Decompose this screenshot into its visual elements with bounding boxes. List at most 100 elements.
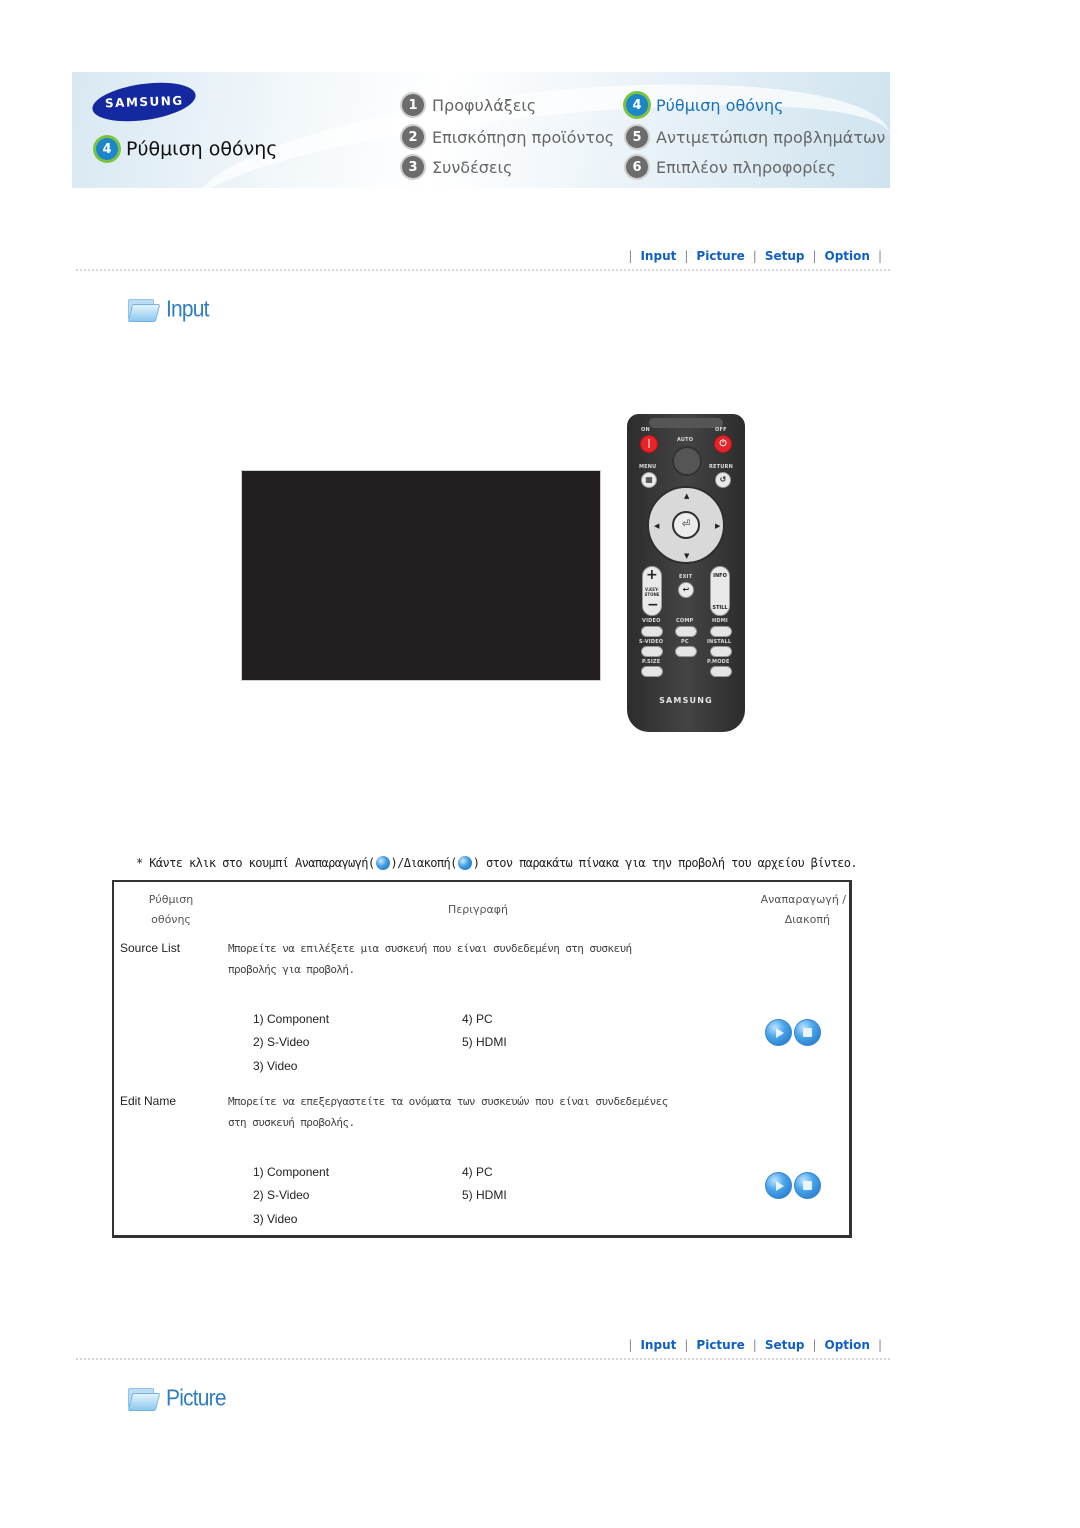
number-badge-icon: 4 [626,94,648,116]
menu-icon: ▦ [641,472,657,488]
play-icon [775,1027,784,1038]
instruction-text: * Κάντε κλικ στο κουμπί Αναπαραγωγή( )/Δ… [136,856,858,870]
option-item: 3) Video [253,1212,298,1226]
divider [76,1358,890,1360]
row-description: Μπορείτε να επεξεργαστείτε τα ονόματα τω… [228,1095,668,1129]
subnav-bottom: | Input | Picture | Setup | Option | [628,1338,882,1352]
stop-orb-icon [457,856,472,870]
subnav-link-option[interactable]: Option [825,249,870,263]
option-item: 1) Component [253,1165,330,1179]
number-badge-icon: 2 [402,126,424,148]
label-return: RETURN [709,464,733,470]
label-hdmi: HDMI [712,618,728,624]
video-key-icon [641,626,663,637]
install-key-icon [710,646,732,657]
row-description: Μπορείτε να επιλέξετε μια συσκευή που εί… [228,942,632,976]
label-on: ON [641,427,650,433]
nav-item-more-info[interactable]: 6 Επιπλέον πληροφορίες [626,156,836,178]
row-label-source-list: Source List [120,941,181,955]
svideo-key-icon [641,646,663,657]
power-off-icon: ⏻ [714,435,732,453]
subnav-link-setup[interactable]: Setup [765,1338,805,1352]
divider [76,269,890,271]
arrow-right-icon: ▶ [715,522,721,530]
subnav-link-setup[interactable]: Setup [765,249,805,263]
play-button[interactable] [765,1019,792,1046]
option-item: 1) Component [253,1012,330,1026]
number-badge-icon: 3 [402,156,424,178]
video-player[interactable] [241,470,601,681]
section-title-input: Input [126,297,210,323]
psize-key-icon [641,666,663,677]
label-svideo: S-VIDEO [639,639,664,645]
enter-icon: ⏎ [672,511,700,539]
subnav-link-picture[interactable]: Picture [696,249,744,263]
remote-brand: SAMSUNG [659,696,713,705]
page-title: 4 Ρύθμιση οθόνης [96,138,277,160]
samsung-logo[interactable]: SAMSUNG [90,76,198,128]
number-badge-icon: 6 [626,156,648,178]
label-auto: AUTO [677,437,694,443]
label-exit: EXIT [679,574,693,580]
option-item: 3) Video [253,1059,298,1073]
header-description: Περιγραφή [448,903,508,916]
number-badge-icon: 4 [96,138,118,160]
subnav-top: | Input | Picture | Setup | Option | [628,249,882,263]
label-pmode: P.MODE [707,659,730,665]
info-still-rocker-icon: INFO STILL [710,566,730,616]
pmode-key-icon [710,666,732,677]
playback-controls [765,1172,821,1199]
label-video: VIDEO [642,618,661,624]
option-item: 2) S-Video [253,1188,310,1202]
label-pc: PC [681,639,689,645]
play-icon [775,1180,784,1191]
subnav-link-input[interactable]: Input [640,249,676,263]
subnav-link-option[interactable]: Option [825,1338,870,1352]
option-item: 4) PC [462,1012,493,1026]
label-install: INSTALL [707,639,732,645]
nav-item-product-overview[interactable]: 2 Επισκόπηση προϊόντος [402,126,614,148]
nav-item-connections[interactable]: 3 Συνδέσεις [402,156,512,178]
label-off: OFF [715,427,727,433]
nav-item-troubleshooting[interactable]: 5 Αντιμετώπιση προβλημάτων [626,126,885,148]
option-item: 5) HDMI [462,1188,507,1202]
nav-item-precautions[interactable]: 1 Προφυλάξεις [402,94,536,116]
arrow-left-icon: ◀ [654,522,660,530]
subnav-link-picture[interactable]: Picture [696,1338,744,1352]
keystone-rocker-icon: + V.KEY-STONE − [642,566,662,616]
option-item: 5) HDMI [462,1035,507,1049]
nav-item-display-setup[interactable]: 4 Ρύθμιση οθόνης [626,94,784,116]
header-banner: SAMSUNG 4 Ρύθμιση οθόνης 1 Προφυλάξεις 2… [72,72,890,188]
folder-icon [126,1386,161,1412]
header-setting: Ρύθμιση οθόνης [148,893,194,926]
ir-window [649,418,723,428]
pc-key-icon [675,646,697,657]
play-orb-icon [375,856,390,870]
exit-icon: ↩ [678,582,694,598]
label-psize: P.SIZE [642,659,661,665]
stop-button[interactable] [794,1172,821,1199]
row-label-edit-name: Edit Name [120,1094,177,1108]
label-menu: MENU [639,464,657,470]
number-badge-icon: 1 [402,94,424,116]
playback-controls [765,1019,821,1046]
label-comp: COMP [676,618,694,624]
header-play-stop: Αναπαραγωγή / Διακοπή [760,893,846,926]
number-badge-icon: 5 [626,126,648,148]
settings-table: Ρύθμιση οθόνης Περιγραφή Αναπαραγωγή / Δ… [112,880,852,1238]
stop-icon [803,1028,812,1037]
arrow-up-icon: ▲ [684,492,690,500]
play-button[interactable] [765,1172,792,1199]
power-on-icon: | [640,435,658,453]
return-icon: ↺ [715,472,731,488]
hdmi-key-icon [710,626,732,637]
arrow-down-icon: ▼ [684,552,690,560]
option-item: 4) PC [462,1165,493,1179]
folder-icon [126,297,161,323]
option-item: 2) S-Video [253,1035,310,1049]
subnav-link-input[interactable]: Input [640,1338,676,1352]
page-title-text: Ρύθμιση οθόνης [126,138,278,160]
section-title-picture: Picture [126,1386,227,1412]
remote-control-image: ON OFF AUTO | ⏻ MENU RETURN ▦ ↺ ▲ ▼ ◀ ▶ … [627,414,745,732]
stop-button[interactable] [794,1019,821,1046]
